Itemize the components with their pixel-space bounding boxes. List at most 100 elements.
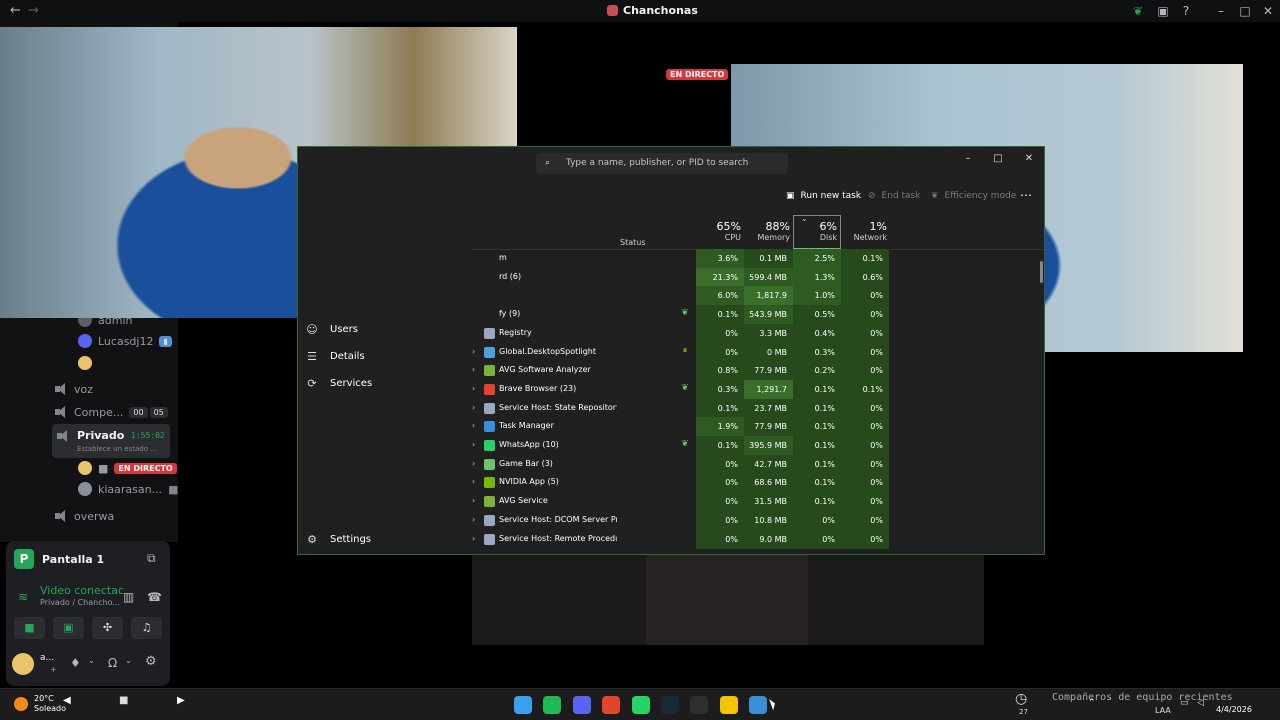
minimize-icon[interactable]: – xyxy=(957,151,979,167)
chevron-right-icon[interactable]: › xyxy=(472,365,475,374)
activities-button[interactable]: ✣ xyxy=(92,617,123,639)
screen-stream-tile[interactable] xyxy=(472,555,984,645)
clock-history-icon[interactable]: ◷ xyxy=(1015,691,1027,707)
process-icon xyxy=(484,327,495,339)
voice-channel[interactable]: voz xyxy=(54,379,93,399)
chevron-right-icon[interactable]: › xyxy=(472,459,475,468)
maximize-icon[interactable]: □ xyxy=(1238,4,1252,18)
screen-share-button[interactable]: ▣ xyxy=(53,617,84,639)
voice-channel[interactable]: Compe... 00 05 xyxy=(54,402,168,422)
network-icon[interactable]: ▭ xyxy=(1180,698,1189,708)
process-row[interactable]: m 3.6% 0.1 MB 2.5% 0.1% xyxy=(472,249,1044,268)
process-row[interactable]: › WhatsApp (10) ❦ 0.1% 395.9 MB 0.1% 0% xyxy=(472,436,1044,455)
inbox-icon[interactable]: ▣ xyxy=(1156,4,1170,18)
process-row[interactable]: › AVG Service 0% 31.5 MB 0.1% 0% xyxy=(472,492,1044,512)
disconnect-icon[interactable]: ☎ xyxy=(147,590,162,604)
recent-teammates-toast[interactable]: Compañeros de equipo recientes xyxy=(1052,692,1233,703)
arrow-left-icon[interactable]: ← xyxy=(10,3,21,18)
soundboard-button[interactable]: ♫ xyxy=(131,617,162,639)
process-row[interactable]: ›Brave Browser (23)❦0.3%1,291.7 MB0.1%0.… xyxy=(472,379,1044,413)
efficiency-mode-button[interactable]: ❦ Efficiency mode xyxy=(931,191,1016,201)
process-row[interactable]: Registry 0% 3.3 MB 0.4% 0% xyxy=(472,323,1044,343)
process-row[interactable]: fy (9) ❦ 0.1% 543.9 MB 0.5% 0% xyxy=(472,305,1044,325)
notes-icon[interactable] xyxy=(719,696,738,714)
column-memory[interactable]: 88% Memory xyxy=(744,220,790,242)
voice-channel[interactable]: overwa xyxy=(54,506,114,526)
popout-icon[interactable]: ⧉ xyxy=(147,551,156,566)
discord-icon[interactable] xyxy=(572,696,591,714)
arrow-right-icon[interactable]: → xyxy=(28,3,39,18)
help-icon[interactable]: ? xyxy=(1179,4,1193,18)
nav-users[interactable]: ☺ Users xyxy=(306,323,358,336)
nav-settings[interactable]: ⚙ Settings xyxy=(306,533,371,546)
chevron-right-icon[interactable]: › xyxy=(472,403,475,412)
chevron-right-icon[interactable]: › xyxy=(472,515,475,524)
headphones-icon[interactable]: Ω xyxy=(108,656,117,670)
whatsapp-icon[interactable] xyxy=(631,696,650,714)
brave-icon[interactable] xyxy=(602,696,621,714)
more-options-icon[interactable]: ⋯ xyxy=(1020,188,1032,202)
process-row[interactable]: › Task Manager 1.9% 77.9 MB 0.1% 0% xyxy=(472,417,1044,437)
member-item[interactable] xyxy=(78,353,92,373)
process-search-input[interactable]: ⌕ Type a name, publisher, or PID to sear… xyxy=(536,153,788,174)
channel-status[interactable]: Establece un estado ... xyxy=(77,445,157,453)
chevron-right-icon[interactable]: › xyxy=(472,477,475,486)
close-icon[interactable]: ✕ xyxy=(1261,4,1275,18)
end-task-button[interactable]: ⊘ End task xyxy=(868,191,920,201)
task-manager-icon[interactable] xyxy=(749,696,768,714)
clock[interactable]: 4/4/2026 xyxy=(1216,692,1252,716)
connection-location[interactable]: Privado / Chancho... xyxy=(40,598,120,607)
gear-icon[interactable]: ⚙ xyxy=(145,654,157,669)
close-icon[interactable]: ✕ xyxy=(1018,151,1040,167)
process-row[interactable]: rd (6) 21.3% 599.4 MB 1.3% 0.6% xyxy=(472,267,1044,287)
run-new-task-button[interactable]: ▣ Run new task xyxy=(786,191,861,201)
process-row[interactable]: › Service Host: DCOM Server Pr... 0% 10.8 M… xyxy=(472,510,1044,530)
voice-member[interactable]: kiaarasan... ■ xyxy=(78,479,179,499)
chevron-right-icon[interactable]: › xyxy=(472,496,475,505)
process-row[interactable]: › AVG Software Analyzer 0.8% 77.9 MB 0.2% 0% xyxy=(472,361,1044,381)
process-row[interactable]: › Service Host: State Repository ... 0.1%2… xyxy=(472,398,1044,418)
voice-member[interactable]: ■ EN DIRECTO xyxy=(78,458,177,478)
leaf-icon[interactable]: ❦ xyxy=(1131,4,1145,18)
chevron-right-icon[interactable]: › xyxy=(472,440,475,449)
network-cell: 0% xyxy=(841,510,889,530)
scrollbar[interactable] xyxy=(1040,261,1043,283)
process-row[interactable]: 6.0%1,817.9 MB1.0%0% xyxy=(472,286,1044,319)
language-indicator[interactable]: LAA xyxy=(1155,706,1171,715)
windows-start-icon[interactable] xyxy=(514,696,532,714)
camera-button[interactable]: ■ xyxy=(14,617,45,639)
media-prev-icon[interactable]: ◀ xyxy=(63,695,71,706)
weather-widget[interactable]: 20°C Soleado xyxy=(14,694,66,714)
maximize-icon[interactable]: □ xyxy=(987,151,1009,167)
column-disk[interactable]: 6% Disk xyxy=(792,220,837,242)
voice-channel-active[interactable]: Privado 1:55:02 Establece un estado ... xyxy=(52,424,170,458)
chevron-up-icon[interactable]: ⌃ xyxy=(1088,698,1096,708)
microphone-icon[interactable]: ♦ xyxy=(70,656,81,670)
media-next-icon[interactable]: ▶ xyxy=(177,695,185,706)
soundboard-icon[interactable]: ▥ xyxy=(123,590,134,604)
chevron-down-icon[interactable]: ⌄ xyxy=(125,656,132,665)
chevron-down-icon[interactable]: ⌄ xyxy=(88,656,95,665)
process-icon xyxy=(484,496,495,508)
column-cpu[interactable]: 65% CPU xyxy=(696,220,741,242)
volume-icon[interactable]: ◁ xyxy=(1197,698,1204,708)
chevron-right-icon[interactable]: › xyxy=(472,347,475,356)
nav-details[interactable]: ☰ Details xyxy=(306,350,365,363)
media-stop-icon[interactable]: ■ xyxy=(119,695,128,706)
spotify-icon[interactable] xyxy=(543,696,562,714)
member-item[interactable]: Lucasdj12 ▮ xyxy=(78,331,172,351)
obs-icon[interactable] xyxy=(690,696,709,714)
process-row[interactable]: › NVIDIA App (5) 0% 68.6 MB 0.1% 0% xyxy=(472,473,1044,493)
user-avatar[interactable] xyxy=(12,653,34,675)
chevron-right-icon[interactable]: › xyxy=(472,421,475,430)
nav-services[interactable]: ⟳ Services xyxy=(306,377,372,390)
chevron-right-icon[interactable]: › xyxy=(472,384,475,393)
column-status[interactable]: Status xyxy=(620,238,646,247)
steam-icon[interactable] xyxy=(661,696,679,714)
process-row[interactable]: › Game Bar (3) 0% 42.7 MB 0.1% 0% xyxy=(472,454,1044,474)
minimize-icon[interactable]: – xyxy=(1214,4,1228,18)
process-row[interactable]: › Service Host: Remote Procedu... 0% 9.0 MB… xyxy=(472,529,1044,549)
chevron-right-icon[interactable]: › xyxy=(472,534,475,543)
column-network[interactable]: 1% Network xyxy=(841,220,887,242)
process-row[interactable]: › Global.DesktopSpotlight ⏸ 0% 0 MB 0.3% 0% xyxy=(472,342,1044,362)
